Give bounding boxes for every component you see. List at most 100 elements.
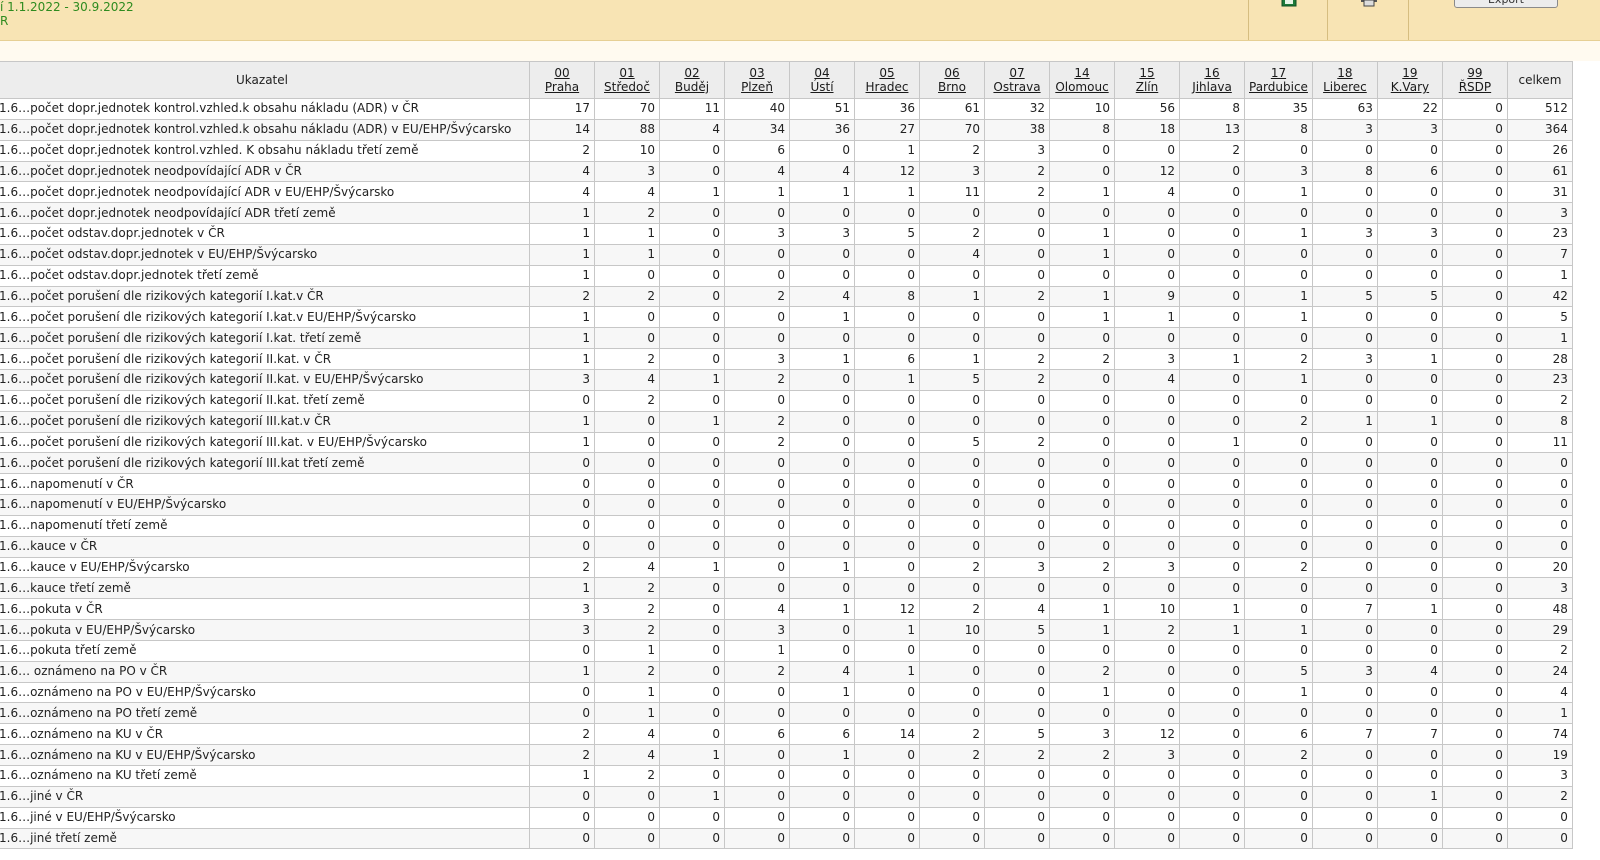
indicator-label: 1.6…pokuta v ČR [0, 598, 530, 621]
value-cell: 0 [1376, 389, 1443, 412]
value-cell: 2 [919, 598, 985, 621]
region-code[interactable]: 16 [1184, 66, 1240, 80]
value-cell: 0 [1376, 202, 1443, 225]
region-name[interactable]: Pardubice [1249, 80, 1308, 94]
region-name[interactable]: Buděj [664, 80, 720, 94]
region-header[interactable]: 99 ŘSDP [1441, 61, 1508, 99]
region-header[interactable]: 15 Zlín [1114, 61, 1180, 99]
region-header[interactable]: 14 Olomouc [1049, 61, 1115, 99]
value-cell: 0 [984, 243, 1050, 266]
value-cell: 14 [529, 118, 595, 141]
value-cell: 0 [1441, 723, 1508, 746]
region-name[interactable]: Olomouc [1054, 80, 1110, 94]
value-cell: 6 [1376, 160, 1443, 183]
value-cell: 0 [1441, 660, 1508, 683]
region-code[interactable]: 07 [989, 66, 1045, 80]
value-cell: 0 [594, 431, 660, 454]
region-name[interactable]: K.Vary [1382, 80, 1438, 94]
value-cell: 0 [529, 514, 595, 537]
region-code[interactable]: 00 [534, 66, 590, 80]
excel-icon[interactable] [1280, 0, 1298, 8]
value-cell: 0 [724, 327, 790, 350]
value-cell: 0 [1441, 681, 1508, 704]
region-code[interactable]: 14 [1054, 66, 1110, 80]
region-header[interactable]: 18 Liberec [1311, 61, 1378, 99]
region-name[interactable]: Ústí [794, 80, 850, 94]
region-header[interactable]: 02 Buděj [659, 61, 725, 99]
total-cell: 48 [1506, 598, 1573, 621]
value-cell: 88 [594, 118, 660, 141]
region-name[interactable]: Plzeň [729, 80, 785, 94]
value-cell: 0 [659, 452, 725, 475]
region-header[interactable]: 06 Brno [919, 61, 985, 99]
region-name[interactable]: Hradec [859, 80, 915, 94]
indicator-label: 1.6…oznámeno na PO třetí země [0, 702, 530, 725]
value-cell: 0 [789, 368, 855, 391]
region-name[interactable]: Zlín [1119, 80, 1175, 94]
value-cell: 0 [984, 765, 1050, 787]
value-cell: 2 [724, 660, 790, 683]
value-cell: 0 [919, 514, 985, 537]
region-code[interactable]: 99 [1447, 66, 1503, 80]
value-cell: 0 [1049, 139, 1115, 162]
region-code[interactable]: 17 [1249, 66, 1308, 80]
region-header[interactable]: 17 Pardubice [1244, 61, 1313, 99]
region-code[interactable]: 19 [1382, 66, 1438, 80]
value-cell: 0 [984, 806, 1050, 829]
region-header[interactable]: 04 Ústí [789, 61, 855, 99]
value-cell: 0 [1244, 598, 1313, 621]
value-cell: 0 [854, 243, 920, 266]
value-cell: 1 [789, 598, 855, 621]
total-cell: 26 [1506, 139, 1573, 162]
value-cell: 11 [659, 98, 725, 120]
value-cell: 0 [1114, 702, 1180, 725]
region-code[interactable]: 03 [729, 66, 785, 80]
region-code[interactable]: 01 [599, 66, 655, 80]
print-icon[interactable] [1360, 0, 1378, 8]
value-cell: 1 [529, 765, 595, 787]
value-cell: 0 [1441, 577, 1508, 600]
region-name[interactable]: Praha [534, 80, 590, 94]
value-cell: 1 [1244, 181, 1313, 204]
region-name[interactable]: Středoč [599, 80, 655, 94]
indicator-label: 1.6…počet dopr.jednotek kontrol.vzhled.k… [0, 118, 530, 141]
export-button[interactable]: Export [1454, 0, 1558, 8]
region-header[interactable]: 03 Plzeň [724, 61, 790, 99]
region-name[interactable]: Jihlava [1184, 80, 1240, 94]
value-cell: 6 [724, 723, 790, 746]
value-cell: 0 [1179, 494, 1245, 516]
region-name[interactable]: Brno [924, 80, 980, 94]
region-name[interactable]: Liberec [1317, 80, 1373, 94]
region-code[interactable]: 02 [664, 66, 720, 80]
region-header[interactable]: 00 Praha [529, 61, 595, 99]
region-code[interactable]: 05 [859, 66, 915, 80]
region-header[interactable]: 19 K.Vary [1376, 61, 1443, 99]
value-cell: 0 [789, 139, 855, 162]
region-code[interactable]: 04 [794, 66, 850, 80]
region-name[interactable]: ŘSDP [1447, 80, 1503, 94]
table-row: 1.6…počet porušení dle rizikových katego… [0, 327, 1573, 350]
indicator-label: 1.6…počet porušení dle rizikových katego… [0, 410, 530, 433]
table-row: 1.6…jiné v EU/EHP/Švýcarsko 0 0 0 0 0 0 0 0 0 0 0 0 0… [0, 806, 1573, 829]
region-header[interactable]: 07 Ostrava [984, 61, 1050, 99]
value-cell: 1 [1049, 223, 1115, 245]
region-header[interactable]: 05 Hradec [854, 61, 920, 99]
region-code[interactable]: 15 [1119, 66, 1175, 80]
region-code[interactable]: 18 [1317, 66, 1373, 80]
indicator-label: 1.6…počet porušení dle rizikových katego… [0, 285, 530, 308]
table-row: 1.6…počet porušení dle rizikových katego… [0, 368, 1573, 391]
region-header[interactable]: 16 Jihlava [1179, 61, 1245, 99]
region-code[interactable]: 06 [924, 66, 980, 80]
value-cell: 1 [1049, 598, 1115, 621]
region-name[interactable]: Ostrava [989, 80, 1045, 94]
region-header[interactable]: 01 Středoč [594, 61, 660, 99]
value-cell: 40 [724, 98, 790, 120]
value-cell: 0 [1311, 535, 1378, 558]
value-cell: 0 [984, 473, 1050, 496]
table-row: 1.6…napomenutí v EU/EHP/Švýcarsko 0 0 0 0 0 0 0… [0, 494, 1573, 516]
total-cell: 11 [1506, 431, 1573, 454]
value-cell: 0 [1376, 181, 1443, 204]
value-cell: 51 [789, 98, 855, 120]
value-cell: 1 [659, 556, 725, 579]
value-cell: 0 [1311, 327, 1378, 350]
